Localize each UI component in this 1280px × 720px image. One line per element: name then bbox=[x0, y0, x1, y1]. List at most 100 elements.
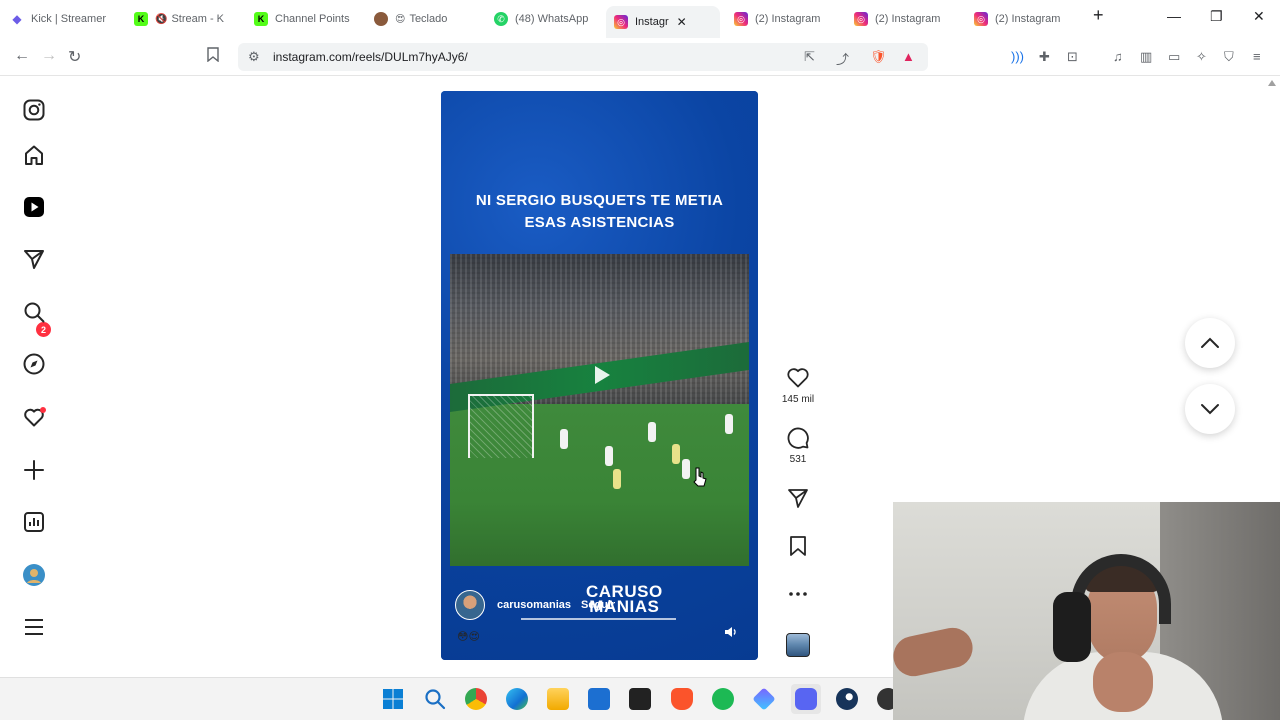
caption-line: ESAS ASISTENCIAS bbox=[524, 214, 675, 231]
close-window-icon[interactable]: ✕ bbox=[1253, 8, 1265, 25]
store-icon[interactable] bbox=[588, 688, 610, 710]
search-icon[interactable] bbox=[22, 300, 46, 324]
tab-label: (2) Instagram bbox=[995, 13, 1061, 25]
tab-label: Stream - K bbox=[171, 13, 225, 25]
like-count: 145 mil bbox=[781, 394, 815, 405]
back-arrow-icon[interactable]: ← bbox=[14, 47, 30, 65]
spotify-icon[interactable] bbox=[712, 688, 734, 710]
explore-icon[interactable] bbox=[22, 352, 46, 376]
play-icon[interactable] bbox=[590, 364, 612, 386]
next-reel-button[interactable] bbox=[1185, 384, 1235, 434]
brave-icon[interactable] bbox=[671, 688, 693, 710]
brave-shields-icon[interactable]: 🛡 bbox=[870, 49, 887, 65]
streamer-webcam bbox=[893, 502, 1280, 720]
browser-tab-active[interactable]: ◎ Instagr ✕ bbox=[606, 6, 720, 38]
share-paper-plane-icon[interactable] bbox=[786, 486, 810, 510]
terminal-icon[interactable] bbox=[629, 688, 651, 710]
reel-owner: carusomanias Seguir bbox=[455, 590, 615, 620]
menu-icon[interactable]: ≡ bbox=[1253, 49, 1261, 64]
browser-tab[interactable]: 😍 Teclado bbox=[374, 6, 482, 32]
home-icon[interactable] bbox=[22, 143, 46, 167]
kick-favicon-icon: K bbox=[134, 12, 148, 26]
comment-count: 531 bbox=[789, 454, 807, 465]
notification-badge: 2 bbox=[36, 322, 51, 337]
share-icon[interactable]: ⤴ bbox=[836, 49, 849, 68]
minimize-window-icon[interactable]: — bbox=[1167, 8, 1181, 24]
instagram-favicon-icon: ◎ bbox=[734, 12, 748, 26]
instagram-sidebar: 2 bbox=[0, 77, 68, 677]
kick-favicon-icon: ◆ bbox=[10, 12, 24, 26]
reload-icon[interactable]: ↻ bbox=[68, 47, 81, 67]
original-audio-thumbnail[interactable] bbox=[786, 633, 810, 657]
tab-label: (2) Instagram bbox=[875, 13, 941, 25]
more-menu-icon[interactable] bbox=[22, 615, 46, 639]
owner-avatar[interactable] bbox=[455, 590, 485, 620]
open-in-app-icon[interactable]: ⇱ bbox=[804, 49, 815, 65]
speech-icon[interactable]: ))) bbox=[1011, 49, 1024, 64]
file-explorer-icon[interactable] bbox=[547, 688, 569, 710]
browser-tab-bar: ◆ Kick | Streamer K 🔇 Stream - K K Chann… bbox=[0, 0, 1280, 38]
steam-icon[interactable] bbox=[836, 688, 858, 710]
match-footage bbox=[450, 254, 749, 566]
media-icon[interactable]: ♫ bbox=[1113, 49, 1123, 64]
restore-window-icon[interactable]: ❐ bbox=[1210, 8, 1223, 25]
brave-rewards-icon[interactable]: ▲ bbox=[902, 49, 915, 64]
webcam-hand bbox=[1093, 652, 1153, 712]
wallet-icon[interactable]: ▭ bbox=[1168, 49, 1180, 65]
follow-button[interactable]: Seguir bbox=[581, 599, 615, 611]
chevron-up-icon bbox=[1201, 337, 1219, 348]
close-tab-icon[interactable]: ✕ bbox=[677, 15, 687, 29]
browser-tab[interactable]: ✆ (48) WhatsApp bbox=[494, 6, 600, 32]
chrome-icon[interactable] bbox=[465, 688, 487, 710]
previous-reel-button[interactable] bbox=[1185, 318, 1235, 368]
muted-audio-icon: 🔇 bbox=[155, 13, 168, 25]
app-icon[interactable] bbox=[752, 687, 776, 711]
tab-label: (2) Instagram bbox=[755, 13, 821, 25]
whatsapp-favicon-icon: ✆ bbox=[494, 12, 508, 26]
instagram-logo-icon[interactable] bbox=[22, 98, 46, 122]
instagram-favicon-icon: ◎ bbox=[974, 12, 988, 26]
owner-username[interactable]: carusomanias bbox=[497, 599, 571, 611]
save-bookmark-icon[interactable] bbox=[786, 534, 810, 558]
vpn-icon[interactable]: ⛉ bbox=[1224, 49, 1234, 65]
leo-ai-icon[interactable]: ✧ bbox=[1196, 49, 1207, 65]
avatar-favicon-icon bbox=[374, 12, 388, 26]
reels-icon[interactable] bbox=[22, 195, 46, 219]
browser-tab[interactable]: ◆ Kick | Streamer bbox=[10, 6, 118, 32]
direct-messages-icon[interactable] bbox=[22, 247, 46, 271]
taskbar-search-icon[interactable] bbox=[424, 688, 446, 710]
windows-start-icon[interactable] bbox=[382, 688, 404, 710]
player-figure bbox=[605, 446, 613, 466]
discord-icon bbox=[795, 688, 817, 710]
dashboard-icon[interactable] bbox=[22, 510, 46, 534]
new-tab-icon[interactable]: + bbox=[1093, 5, 1104, 26]
bookmark-icon[interactable] bbox=[207, 47, 219, 67]
scrollbar-up-arrow[interactable] bbox=[1268, 80, 1276, 86]
browser-tab[interactable]: ◎ (2) Instagram bbox=[854, 6, 962, 32]
create-plus-icon[interactable] bbox=[22, 458, 46, 482]
sidebar-toggle-icon[interactable]: ▥ bbox=[1140, 49, 1152, 65]
address-bar[interactable]: ⚙ instagram.com/reels/DULm7hyAJy6/ ⇱ ⤴ 🛡… bbox=[238, 43, 928, 71]
tab-label: Teclado bbox=[409, 13, 448, 25]
site-settings-icon[interactable]: ⚙ bbox=[248, 49, 260, 65]
tab-label: Channel Points bbox=[275, 13, 350, 25]
more-options-icon[interactable] bbox=[786, 584, 810, 604]
extensions-icon[interactable]: ✚ bbox=[1039, 49, 1050, 65]
discord-active-tile[interactable] bbox=[791, 684, 821, 714]
browser-tab[interactable]: ◎ (2) Instagram bbox=[974, 6, 1082, 32]
like-heart-icon[interactable] bbox=[786, 365, 810, 389]
tab-label: (48) WhatsApp bbox=[515, 13, 589, 25]
url-text[interactable]: instagram.com/reels/DULm7hyAJy6/ bbox=[273, 50, 468, 64]
edge-icon[interactable] bbox=[506, 688, 528, 710]
comment-icon[interactable] bbox=[786, 426, 810, 450]
reel-video[interactable]: NI SERGIO BUSQUETS TE METIA ESAS ASISTEN… bbox=[441, 91, 758, 660]
forward-arrow-icon[interactable]: → bbox=[41, 47, 57, 65]
profile-avatar[interactable] bbox=[22, 563, 46, 587]
reel-emojis: 😳😍 bbox=[457, 631, 480, 643]
browser-tab[interactable]: K Channel Points bbox=[254, 6, 362, 32]
tab-search-icon[interactable]: ⊡ bbox=[1067, 49, 1078, 65]
browser-tab[interactable]: K 🔇 Stream - K bbox=[134, 6, 242, 32]
player-figure bbox=[648, 422, 656, 442]
volume-icon[interactable] bbox=[724, 625, 738, 644]
browser-tab[interactable]: ◎ (2) Instagram bbox=[734, 6, 842, 32]
